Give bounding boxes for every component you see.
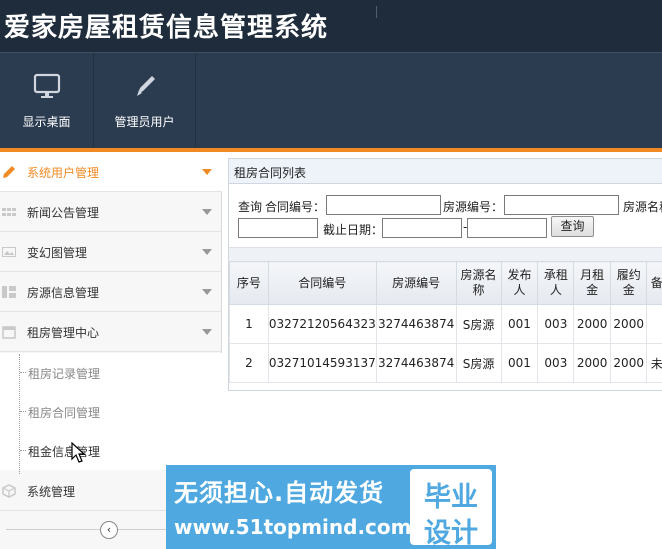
date-to-input[interactable] xyxy=(467,218,547,238)
watermark-text-block: 无须担心.自动发货 www.51topmind.com xyxy=(166,465,412,549)
table-cell: S房源 xyxy=(455,304,502,344)
column-header[interactable]: 月租金 xyxy=(573,261,611,305)
table-cell: 1 xyxy=(229,304,269,344)
sidebar-item-system-users[interactable]: 系统用户管理 xyxy=(0,152,222,192)
table-row[interactable]: 1 03272120564323 3274463874 S房源 001 003 … xyxy=(229,304,662,344)
watermark-url: www.51topmind.com xyxy=(174,515,412,539)
column-header[interactable]: 履约金 xyxy=(609,261,648,305)
mouse-cursor-icon xyxy=(71,442,86,463)
app-header: 爱家房屋租赁信息管理系统 显示桌面 管理员用户 xyxy=(0,0,662,152)
chevron-down-icon xyxy=(202,209,212,215)
pencil-icon xyxy=(3,166,15,178)
show-desktop-button[interactable]: 显示桌面 xyxy=(0,53,94,150)
column-header[interactable]: 序号 xyxy=(229,261,269,305)
collapse-sidebar-button[interactable]: ‹ xyxy=(100,521,118,539)
table-cell: 2000 xyxy=(573,343,611,383)
submenu-item-label: 租房合同管理 xyxy=(28,406,101,420)
tree-connector xyxy=(20,372,26,373)
table-cell: 3274463874 xyxy=(375,304,457,344)
query-label: 查询 xyxy=(238,200,263,214)
title-divider xyxy=(376,6,377,18)
contract-no-label: 合同编号： xyxy=(265,200,326,214)
table-cell: 2000 xyxy=(573,304,611,344)
tree-connector xyxy=(20,411,26,412)
contract-no-input[interactable] xyxy=(326,195,441,215)
column-header[interactable]: 发布人 xyxy=(500,261,539,305)
table-cell: 未 xyxy=(646,343,662,383)
house-name-label: 房源名称 xyxy=(623,200,662,214)
sidebar-item-listings[interactable]: 房源信息管理 xyxy=(0,272,222,312)
grid-icon xyxy=(2,208,16,216)
deadline-label: 截止日期： xyxy=(323,223,384,237)
chevron-down-icon xyxy=(202,329,212,335)
sidebar-item-label: 变幻图管理 xyxy=(27,246,88,260)
column-header[interactable]: 合同编号 xyxy=(267,261,377,305)
watermark-badge: 毕业 设计 xyxy=(410,469,492,549)
sidebar-item-slider[interactable]: 变幻图管理 xyxy=(0,232,222,272)
watermark-banner: 无须担心.自动发货 www.51topmind.com 毕业 设计 xyxy=(166,465,496,549)
chevron-down-icon xyxy=(202,289,212,295)
search-form: 查询 合同编号： 房源编号： 房源名称 截止日期： - 查询 xyxy=(229,185,662,247)
table-cell: 003 xyxy=(537,304,575,344)
contract-list-panel: 租房合同列表 查询 合同编号： 房源编号： 房源名称 截止日期： - 查询 序号… xyxy=(228,158,662,391)
watermark-badge-bottom: 设计 xyxy=(424,518,478,549)
admin-user-label: 管理员用户 xyxy=(114,115,175,129)
show-desktop-label: 显示桌面 xyxy=(22,115,71,129)
top-toolbar: 显示桌面 管理员用户 xyxy=(0,52,662,150)
submenu-item-rental-records[interactable]: 租房记录管理 xyxy=(0,353,222,392)
tiles-icon xyxy=(2,286,16,298)
panel-header: 租房合同列表 xyxy=(229,159,662,184)
submenu-item-label: 租金信息管理 xyxy=(28,445,101,459)
table-cell: 2 xyxy=(229,343,269,383)
sidebar-item-rental-center[interactable]: 租房管理中心 xyxy=(0,312,222,352)
chevron-down-icon xyxy=(202,169,212,175)
grid-toolbar xyxy=(229,247,662,261)
sidebar-item-label: 房源信息管理 xyxy=(27,286,100,300)
sidebar-item-label: 租房管理中心 xyxy=(27,326,100,340)
panel-title: 租房合同列表 xyxy=(234,166,307,180)
app-title: 爱家房屋租赁信息管理系统 xyxy=(4,13,329,43)
house-no-input[interactable] xyxy=(504,195,619,215)
table-header-row: 序号 合同编号 房源编号 房源名称 发布人 承租人 月租金 履约金 备 xyxy=(229,261,662,305)
sidebar-item-label: 新闻公告管理 xyxy=(27,206,100,220)
watermark-badge-top: 毕业 xyxy=(424,482,478,513)
column-header[interactable]: 承租人 xyxy=(537,261,575,305)
column-header[interactable]: 房源名称 xyxy=(455,261,502,305)
pencil-icon xyxy=(136,76,155,96)
admin-user-button[interactable]: 管理员用户 xyxy=(94,53,196,150)
house-no-label: 房源编号： xyxy=(443,200,504,214)
submenu-item-label: 租房记录管理 xyxy=(28,367,101,381)
table-cell: 3274463874 xyxy=(375,343,457,383)
table-cell: 001 xyxy=(500,304,539,344)
sidebar-item-label: 系统用户管理 xyxy=(27,166,100,180)
tree-vertical-line xyxy=(19,354,20,474)
table-cell: 003 xyxy=(537,343,575,383)
table-cell: 03271014593137 xyxy=(267,343,377,383)
table-cell xyxy=(646,304,662,344)
submenu-item-rental-contracts[interactable]: 租房合同管理 xyxy=(0,392,222,431)
calendar-icon xyxy=(2,326,16,339)
column-header[interactable]: 备 xyxy=(646,261,662,305)
house-name-input[interactable] xyxy=(238,218,318,238)
search-button[interactable]: 查询 xyxy=(551,216,594,237)
monitor-icon xyxy=(33,73,60,98)
column-header[interactable]: 房源编号 xyxy=(375,261,457,305)
image-icon xyxy=(2,247,16,257)
title-bar: 爱家房屋租赁信息管理系统 xyxy=(0,0,662,52)
table-row[interactable]: 2 03271014593137 3274463874 S房源 001 003 … xyxy=(229,343,662,383)
table-cell: 001 xyxy=(500,343,539,383)
date-from-input[interactable] xyxy=(382,218,462,238)
table-cell: 03272120564323 xyxy=(267,304,377,344)
watermark-slogan: 无须担心.自动发货 xyxy=(174,479,385,507)
tree-connector xyxy=(20,450,26,451)
sidebar-item-news[interactable]: 新闻公告管理 xyxy=(0,192,222,232)
sidebar-item-label: 系统管理 xyxy=(27,485,76,499)
box-icon xyxy=(2,484,16,498)
contract-table: 序号 合同编号 房源编号 房源名称 发布人 承租人 月租金 履约金 备 1 03… xyxy=(229,261,662,383)
table-cell: S房源 xyxy=(455,343,502,383)
chevron-down-icon xyxy=(202,249,212,255)
table-cell: 2000 xyxy=(609,304,648,344)
table-cell: 2000 xyxy=(609,343,648,383)
